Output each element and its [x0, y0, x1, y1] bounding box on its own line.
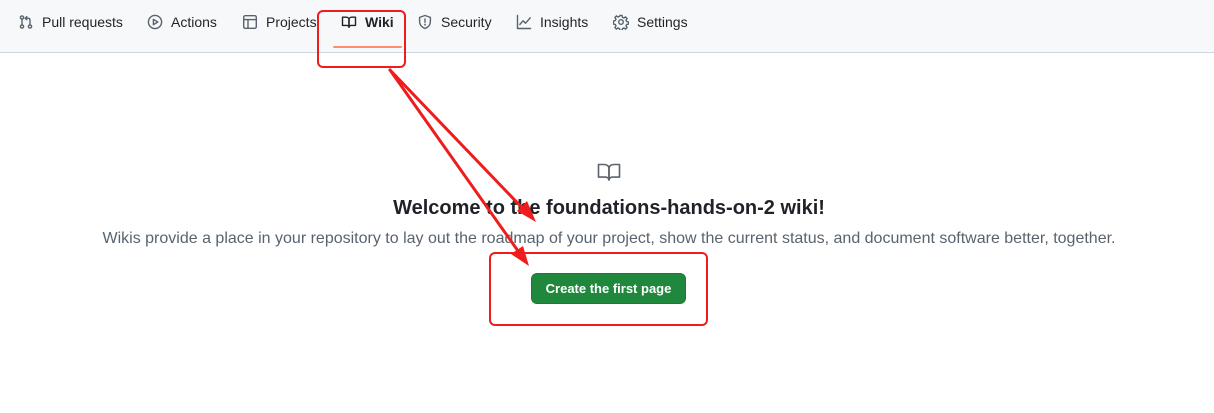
tab-projects[interactable]: Projects	[242, 12, 317, 48]
wiki-page: Pull requests Actions Projects Wiki Secu…	[0, 0, 1214, 413]
gear-icon	[613, 14, 629, 30]
tab-insights[interactable]: Insights	[516, 12, 588, 48]
tab-label: Security	[441, 14, 492, 30]
tab-label: Wiki	[365, 14, 394, 30]
arrow-head	[511, 246, 529, 266]
repo-nav: Pull requests Actions Projects Wiki Secu…	[0, 0, 1214, 53]
table-icon	[242, 14, 258, 30]
book-icon	[597, 160, 621, 184]
tab-label: Actions	[171, 14, 217, 30]
play-circle-icon	[147, 14, 163, 30]
git-pull-request-icon	[18, 14, 34, 30]
create-first-page-button[interactable]: Create the first page	[531, 273, 686, 304]
tab-security[interactable]: Security	[417, 12, 492, 48]
book-icon	[341, 14, 357, 30]
tab-settings[interactable]: Settings	[613, 12, 688, 48]
tab-label: Pull requests	[42, 14, 123, 30]
wiki-description: Wikis provide a place in your repository…	[102, 230, 1116, 247]
tab-actions[interactable]: Actions	[147, 12, 217, 48]
arrow-to-title	[388, 68, 531, 217]
tab-pull-requests[interactable]: Pull requests	[18, 12, 123, 48]
tab-wiki[interactable]: Wiki	[333, 12, 402, 48]
tab-label: Insights	[540, 14, 589, 30]
graph-icon	[516, 14, 532, 30]
selected-tab-indicator	[333, 46, 402, 48]
tab-label: Settings	[637, 14, 688, 30]
wiki-welcome-title: Welcome to the foundations-hands-on-2 wi…	[393, 197, 825, 219]
shield-icon	[417, 14, 433, 30]
tab-label: Projects	[266, 14, 317, 30]
